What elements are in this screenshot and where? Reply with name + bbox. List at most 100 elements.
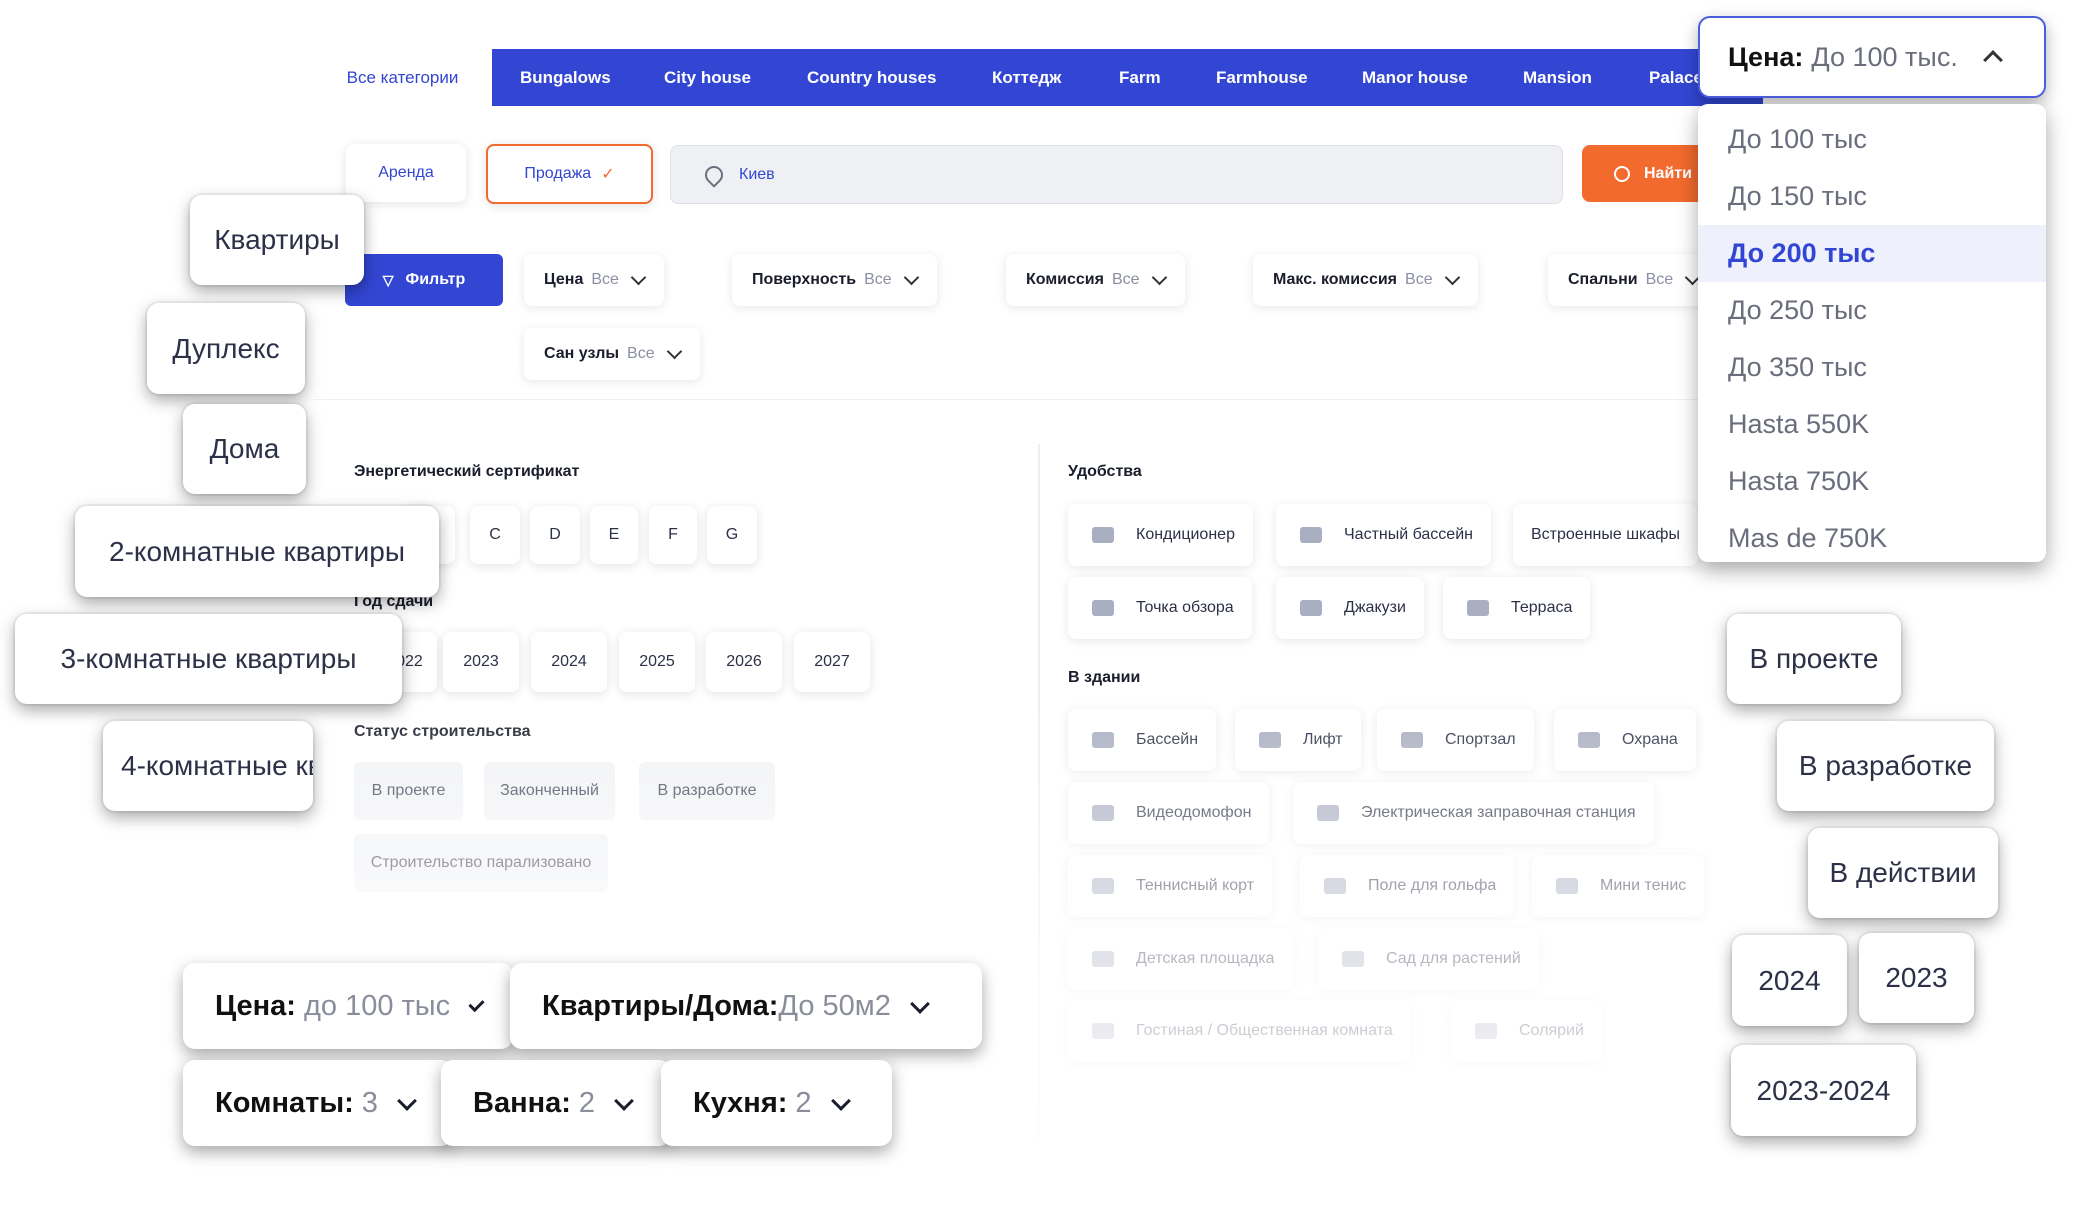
year-chip[interactable]: 2025 [619, 632, 695, 692]
amenity-air-conditioner[interactable]: Кондиционер [1068, 504, 1253, 566]
building-pool[interactable]: Бассейн [1068, 709, 1217, 771]
status-chip[interactable]: Законченный [484, 762, 615, 820]
pill-rooms[interactable]: Комнаты: 3 [183, 1060, 453, 1146]
tab-cottage[interactable]: Коттедж [992, 49, 1061, 106]
pill-price[interactable]: Цена: до 100 тыс [183, 963, 513, 1049]
pill-kitchen[interactable]: Кухня: 2 [661, 1060, 892, 1146]
price-dropdown-menu: До 100 тыс До 150 тыс До 200 тыс До 250 … [1698, 104, 2046, 562]
card-duplex[interactable]: Дуплекс [147, 303, 305, 394]
funnel-icon: ▽ [382, 271, 394, 288]
location-input[interactable]: Киев [670, 145, 1563, 204]
filter-value: Все [591, 271, 619, 288]
status-chip[interactable]: В разработке [639, 762, 775, 820]
tab-city-house[interactable]: City house [664, 49, 751, 106]
amenity-viewpoint[interactable]: Точка обзора [1068, 577, 1252, 639]
elevator-icon [1259, 732, 1281, 748]
card-in-project[interactable]: В проекте [1727, 614, 1901, 704]
energy-c[interactable]: C [470, 506, 520, 564]
year-chip[interactable]: 2026 [706, 632, 782, 692]
card-in-action[interactable]: В действии [1808, 828, 1998, 918]
card-houses[interactable]: Дома [183, 404, 306, 494]
building-security[interactable]: Охрана [1554, 709, 1696, 771]
price-option-selected[interactable]: До 200 тыс [1698, 225, 2046, 282]
card-year-range[interactable]: 2023-2024 [1731, 1045, 1916, 1136]
pill-bath[interactable]: Ванна: 2 [441, 1060, 671, 1146]
building-elevator[interactable]: Лифт [1235, 709, 1361, 771]
building-gym[interactable]: Спортзал [1377, 709, 1534, 771]
building-ev-charging[interactable]: Электрическая заправочная станция [1293, 782, 1654, 844]
year-chip[interactable]: 2024 [531, 632, 607, 692]
building-playground[interactable]: Детская площадка [1068, 928, 1293, 990]
filter-label: Цена [544, 271, 584, 288]
filter-button[interactable]: ▽ Фильтр [345, 254, 503, 306]
building-video-intercom[interactable]: Видеодомофон [1068, 782, 1270, 844]
tab-all-categories[interactable]: Все категории [313, 49, 492, 106]
card-2-room-apartments[interactable]: 2-комнатные квартиры [75, 506, 439, 597]
card-4-room-apartments[interactable]: 4-комнатные квартиры [103, 721, 313, 811]
pill-area[interactable]: Квартиры/Дома: До 50м2 [510, 963, 982, 1049]
price-option[interactable]: До 100 тыс [1698, 111, 2046, 168]
tab-country-houses[interactable]: Country houses [807, 49, 936, 106]
filter-commission[interactable]: Комиссия Все [1006, 254, 1185, 306]
filter-max-commission[interactable]: Макс. комиссия Все [1253, 254, 1478, 306]
jacuzzi-icon [1300, 600, 1322, 616]
building-lounge[interactable]: Гостиная / Общественная комната [1068, 1000, 1411, 1062]
building-label: Теннисный корт [1136, 877, 1255, 894]
sale-toggle[interactable]: Продажа ✓ [486, 144, 653, 204]
building-solarium[interactable]: Солярий [1451, 1000, 1602, 1062]
chevron-down-icon [630, 269, 647, 286]
price-dropdown-label: Цена: [1728, 41, 1804, 72]
chevron-down-icon [468, 995, 485, 1012]
building-label: Спортзал [1445, 731, 1516, 748]
price-option[interactable]: До 150 тыс [1698, 168, 2046, 225]
card-apartments[interactable]: Квартиры [190, 195, 364, 285]
status-chip[interactable]: В проекте [354, 762, 463, 820]
card-in-development[interactable]: В разработке [1777, 721, 1994, 811]
status-chip[interactable]: Строительство парализовано [354, 834, 608, 892]
energy-g[interactable]: G [707, 506, 757, 564]
building-mini-tennis[interactable]: Мини тенис [1532, 855, 1705, 917]
chevron-down-icon [1444, 269, 1460, 286]
energy-f[interactable]: F [649, 506, 697, 564]
card-year-2023[interactable]: 2023 [1859, 933, 1974, 1023]
tab-farmhouse[interactable]: Farmhouse [1216, 49, 1308, 106]
tab-palace[interactable]: Palace [1649, 49, 1703, 106]
amenity-private-pool[interactable]: Частный бассейн [1276, 504, 1491, 566]
amenity-label: Точка обзора [1136, 599, 1234, 616]
year-chip[interactable]: 2023 [443, 632, 519, 692]
building-label: Видеодомофон [1136, 804, 1252, 821]
pill-value: до 100 тыс [303, 989, 451, 1022]
binoculars-icon [1092, 600, 1114, 616]
amenity-built-in-wardrobes[interactable]: Встроенные шкафы [1513, 504, 1698, 566]
filter-bathrooms[interactable]: Сан узлы Все [524, 328, 700, 380]
pool-icon [1092, 732, 1114, 748]
building-label: Лифт [1303, 731, 1343, 748]
price-option[interactable]: До 250 тыс [1698, 282, 2046, 339]
filter-bedrooms[interactable]: Спальни Все [1548, 254, 1719, 306]
building-golf[interactable]: Поле для гольфа [1300, 855, 1515, 917]
tab-mansion[interactable]: Mansion [1523, 49, 1592, 106]
price-dropdown-toggle[interactable]: Цена: До 100 тыс. [1698, 16, 2046, 98]
building-tennis-court[interactable]: Теннисный корт [1068, 855, 1273, 917]
price-option[interactable]: Mas de 750K [1698, 510, 2046, 562]
rent-toggle[interactable]: Аренда [346, 144, 466, 202]
energy-d[interactable]: D [530, 506, 580, 564]
amenity-terrace[interactable]: Терраса [1443, 577, 1591, 639]
price-option[interactable]: Hasta 750K [1698, 453, 2046, 510]
tab-farm[interactable]: Farm [1119, 49, 1161, 106]
building-garden[interactable]: Сад для растений [1318, 928, 1539, 990]
card-year-2024[interactable]: 2024 [1732, 935, 1847, 1026]
pill-label: Цена: [215, 989, 296, 1022]
card-3-room-apartments[interactable]: 3-комнатные квартиры [15, 614, 402, 704]
tab-manor-house[interactable]: Manor house [1362, 49, 1468, 106]
year-chip[interactable]: 2027 [794, 632, 870, 692]
tab-bungalows[interactable]: Bungalows [520, 49, 611, 106]
pill-label: Кухня: [693, 1086, 788, 1119]
price-option[interactable]: Hasta 550K [1698, 396, 2046, 453]
filter-surface[interactable]: Поверхность Все [732, 254, 937, 306]
amenity-jacuzzi[interactable]: Джакузи [1276, 577, 1424, 639]
price-option[interactable]: До 350 тыс [1698, 339, 2046, 396]
energy-e[interactable]: E [590, 506, 638, 564]
filter-price[interactable]: Цена Все [524, 254, 664, 306]
pill-value: 3 [361, 1086, 378, 1119]
